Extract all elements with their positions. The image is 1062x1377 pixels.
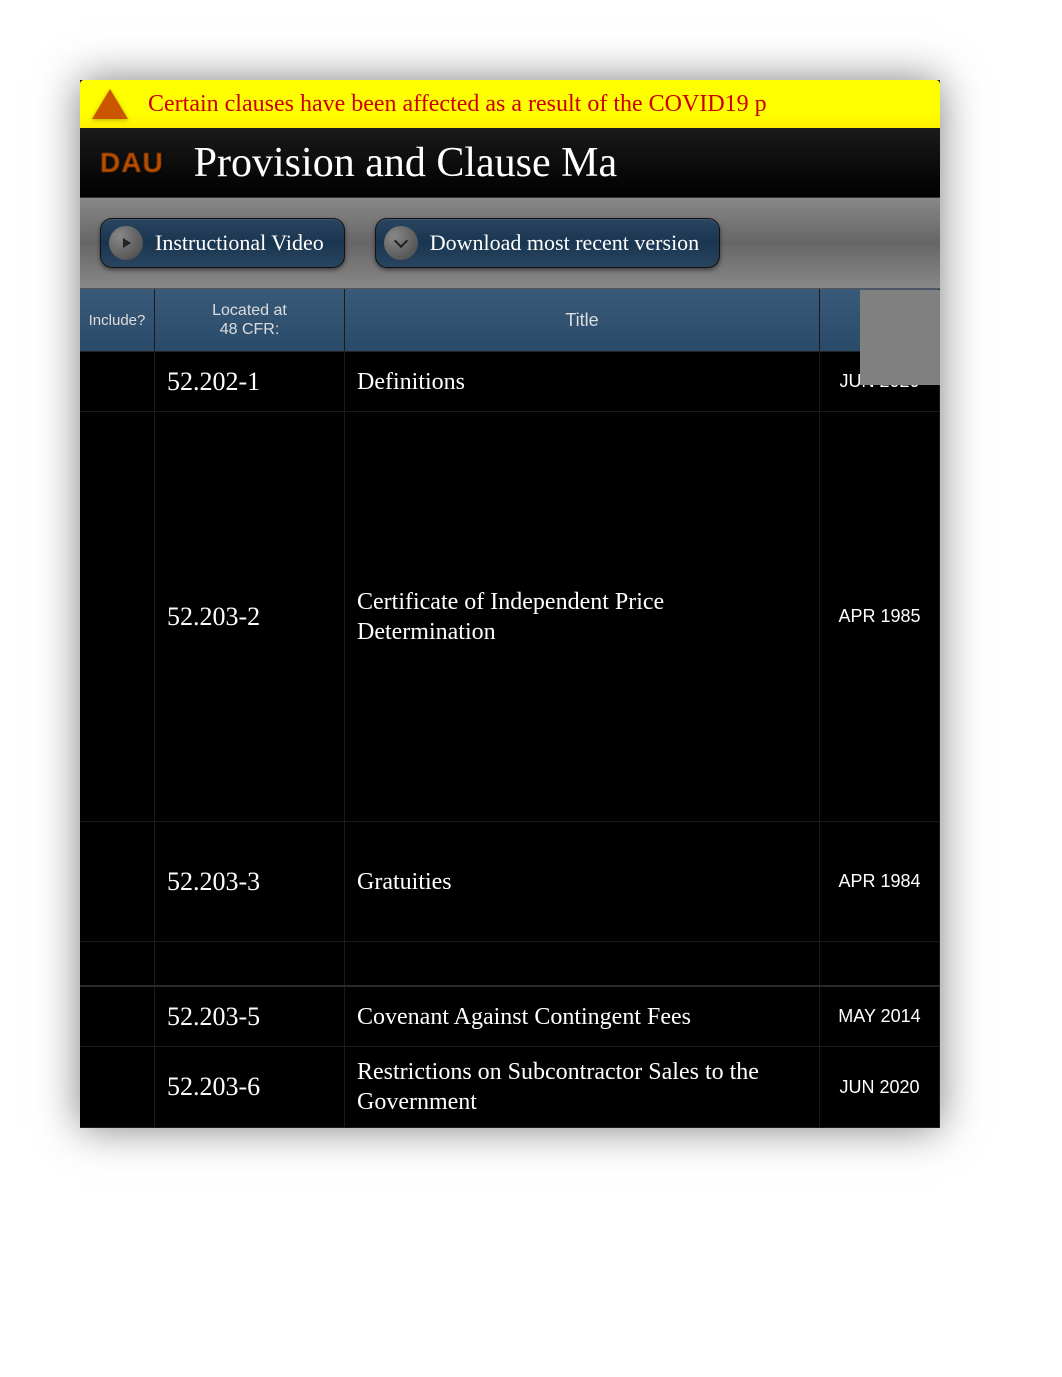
title-cell: Definitions — [345, 352, 820, 411]
cfr-cell: 52.203-6 — [155, 1047, 345, 1127]
include-cell[interactable] — [80, 987, 155, 1046]
table-header: Include? Located at 48 CFR: Title Date — [80, 288, 940, 352]
download-icon — [384, 226, 418, 260]
date-cell: APR 1985 — [820, 412, 940, 821]
date-cell: APR 1984 — [820, 822, 940, 941]
include-cell[interactable] — [80, 1047, 155, 1127]
side-panel — [860, 290, 940, 385]
download-button[interactable]: Download most recent version — [375, 218, 720, 268]
title-cell — [345, 942, 820, 985]
cfr-cell — [155, 942, 345, 985]
title-cell: Certificate of Independent Price Determi… — [345, 412, 820, 821]
clause-table: Include? Located at 48 CFR: Title Date 5… — [80, 288, 940, 1128]
title-cell: Gratuities — [345, 822, 820, 941]
table-row[interactable]: 52.203-2Certificate of Independent Price… — [80, 412, 940, 822]
title-cell: Restrictions on Subcontractor Sales to t… — [345, 1047, 820, 1127]
instructional-video-button[interactable]: Instructional Video — [100, 218, 345, 268]
toolbar: Instructional Video Download most recent… — [80, 198, 940, 288]
warning-icon — [92, 89, 128, 119]
header-bar: DAU Provision and Clause Ma — [80, 128, 940, 198]
alert-banner: Certain clauses have been affected as a … — [80, 80, 940, 128]
date-cell: MAY 2014 — [820, 987, 940, 1046]
video-button-label: Instructional Video — [155, 230, 324, 256]
include-cell[interactable] — [80, 942, 155, 985]
table-row[interactable]: 52.203-6Restrictions on Subcontractor Sa… — [80, 1047, 940, 1128]
date-cell — [820, 942, 940, 985]
logo: DAU — [100, 147, 164, 179]
date-cell: JUN 2020 — [820, 1047, 940, 1127]
col-header-cfr[interactable]: Located at 48 CFR: — [155, 289, 345, 351]
table-row[interactable]: 52.203-3GratuitiesAPR 1984 — [80, 822, 940, 942]
alert-text: Certain clauses have been affected as a … — [148, 91, 767, 118]
app-container: Certain clauses have been affected as a … — [80, 80, 940, 1128]
table-row[interactable] — [80, 942, 940, 987]
include-cell[interactable] — [80, 822, 155, 941]
col-header-title[interactable]: Title — [345, 289, 820, 351]
cfr-cell: 52.202-1 — [155, 352, 345, 411]
cfr-cell: 52.203-2 — [155, 412, 345, 821]
col-header-include[interactable]: Include? — [80, 289, 155, 351]
title-cell: Covenant Against Contingent Fees — [345, 987, 820, 1046]
cfr-cell: 52.203-3 — [155, 822, 345, 941]
include-cell[interactable] — [80, 412, 155, 821]
table-row[interactable]: 52.203-5Covenant Against Contingent Fees… — [80, 987, 940, 1047]
app-title: Provision and Clause Ma — [194, 139, 617, 187]
play-icon — [109, 226, 143, 260]
include-cell[interactable] — [80, 352, 155, 411]
table-row[interactable]: 52.202-1DefinitionsJUN 2020 — [80, 352, 940, 412]
download-button-label: Download most recent version — [430, 230, 699, 256]
cfr-cell: 52.203-5 — [155, 987, 345, 1046]
table-body: 52.202-1DefinitionsJUN 202052.203-2Certi… — [80, 352, 940, 1128]
